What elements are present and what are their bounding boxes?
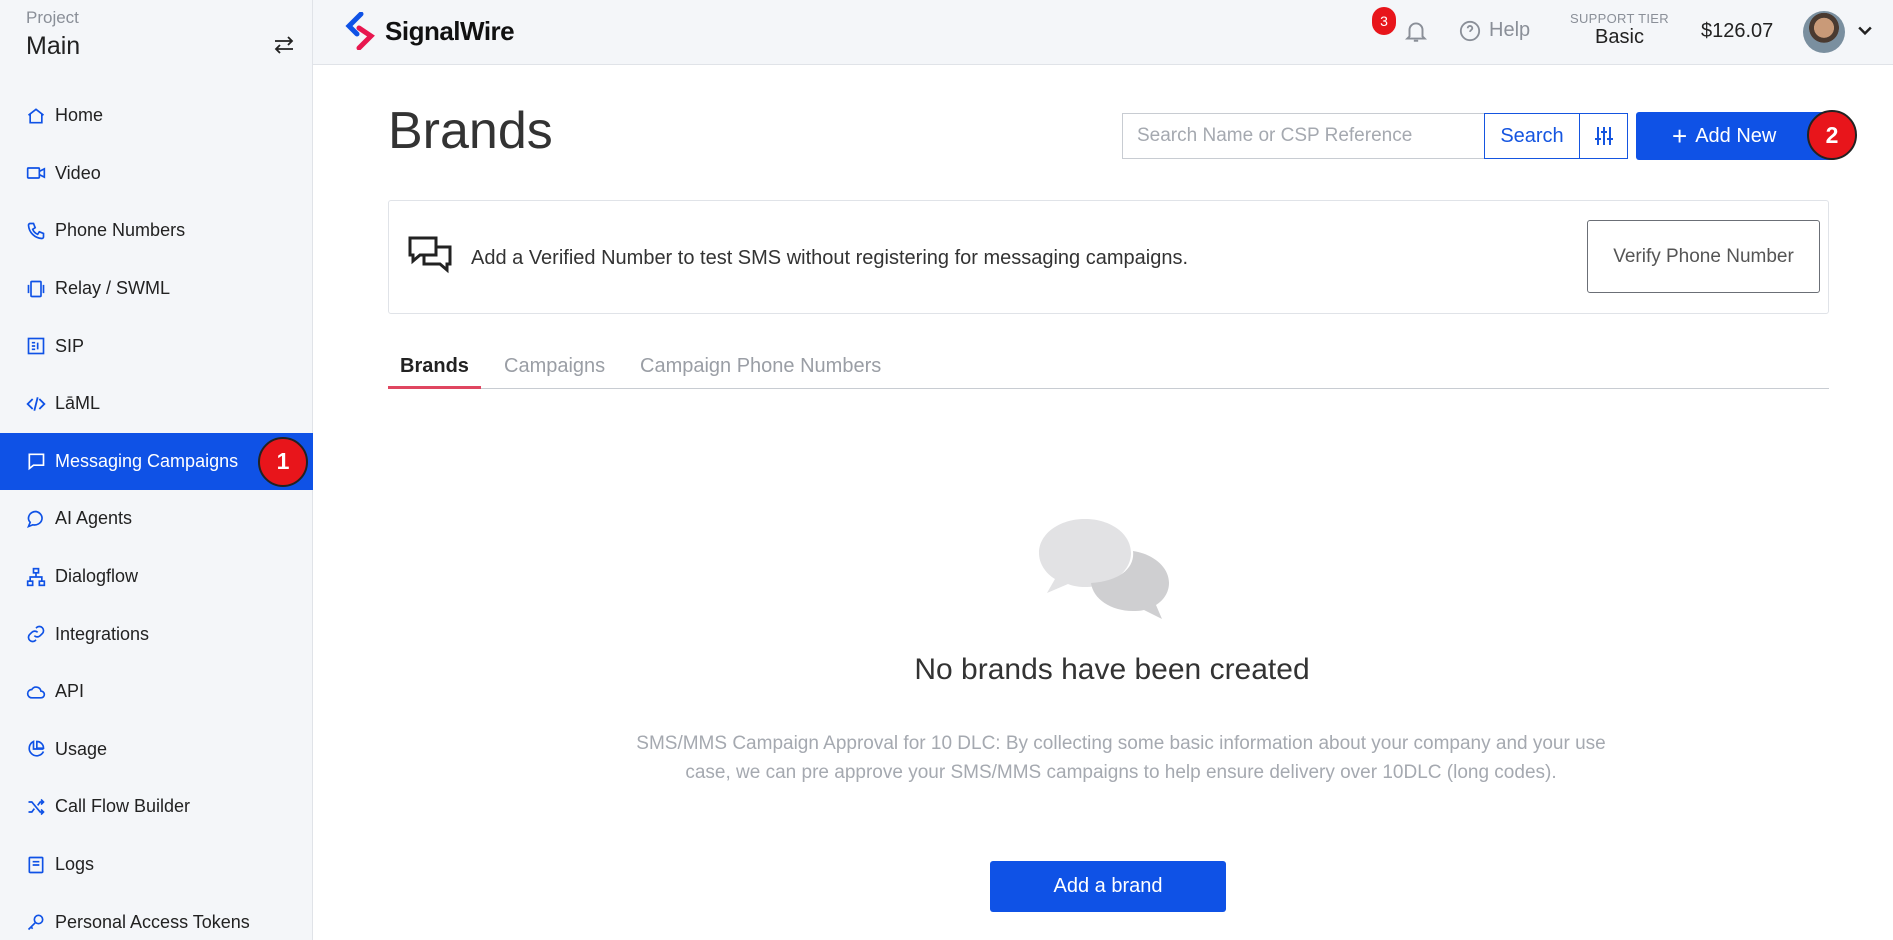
project-selector[interactable]: Project Main [26, 8, 80, 61]
sidebar-nav: Home Video Phone Numbers Relay / SWML SI… [0, 87, 313, 940]
sidebar-item-api[interactable]: API [0, 663, 313, 721]
signalwire-logo[interactable]: SignalWire [343, 12, 515, 50]
sidebar-item-call-flow-builder[interactable]: Call Flow Builder [0, 778, 313, 836]
plus-icon: + [1672, 121, 1688, 151]
sidebar-item-label: Call Flow Builder [55, 796, 191, 817]
notification-count-badge: 3 [1372, 7, 1396, 35]
sidebar-item-integrations[interactable]: Integrations [0, 605, 313, 663]
search-button[interactable]: Search [1484, 113, 1580, 159]
sidebar-item-ai-agents[interactable]: AI Agents [0, 490, 313, 548]
help-icon [1459, 20, 1481, 41]
support-tier-label: SUPPORT TIER [1570, 11, 1669, 26]
key-icon [26, 912, 46, 932]
bell-icon[interactable] [1403, 18, 1429, 44]
empty-chat-icon [1039, 519, 1169, 619]
top-bar: SignalWire 3 Help SUPPORT TIER Basic $12… [313, 0, 1893, 65]
add-new-label: Add New [1695, 124, 1777, 147]
sidebar-item-messaging-campaigns[interactable]: Messaging Campaigns 1 [0, 432, 313, 491]
sidebar-item-relay-swml[interactable]: Relay / SWML [0, 260, 313, 318]
cloud-icon [26, 682, 46, 702]
chevron-down-icon[interactable] [1855, 20, 1875, 40]
verify-message: Add a Verified Number to test SMS withou… [471, 247, 1189, 269]
sliders-icon [1594, 127, 1613, 145]
filter-button[interactable] [1580, 113, 1628, 159]
sip-icon [26, 336, 46, 356]
pie-chart-icon [26, 739, 46, 759]
support-tier-value: Basic [1595, 26, 1644, 48]
step-badge: 1 [258, 436, 308, 487]
main-content: Brands Search + Add New 2 Add a Verified… [313, 65, 1893, 940]
empty-state-description: SMS/MMS Campaign Approval for 10 DLC: By… [636, 733, 1606, 783]
tab-campaign-phone-numbers[interactable]: Campaign Phone Numbers [640, 341, 881, 389]
page-title: Brands [388, 102, 553, 160]
verify-number-card: Add a Verified Number to test SMS withou… [388, 200, 1829, 314]
search-bar: Search [1122, 113, 1628, 159]
video-icon [26, 163, 46, 183]
sidebar-item-label: Personal Access Tokens [55, 911, 250, 932]
add-brand-button[interactable]: Add a brand [990, 861, 1226, 912]
log-icon [26, 855, 46, 875]
empty-state-title: No brands have been created [914, 653, 1310, 686]
sidebar-item-phone-numbers[interactable]: Phone Numbers [0, 202, 313, 260]
phone-icon [26, 221, 46, 241]
sidebar-item-label: Messaging Campaigns [55, 450, 239, 471]
sidebar-item-usage[interactable]: Usage [0, 721, 313, 779]
sidebar-item-label: AI Agents [55, 508, 133, 529]
tab-campaigns[interactable]: Campaigns [504, 341, 605, 389]
relay-icon [26, 279, 46, 299]
home-icon [26, 106, 46, 126]
sidebar: Project Main Home Video Phone Numbers Re… [0, 0, 313, 940]
sidebar-item-label: Integrations [55, 623, 150, 644]
brand-name: SignalWire [385, 15, 515, 46]
avatar[interactable] [1803, 11, 1845, 53]
sidebar-item-logs[interactable]: Logs [0, 836, 313, 894]
chat-bubbles-icon [408, 236, 452, 274]
sidebar-item-label: Dialogflow [55, 566, 139, 587]
step-badge: 2 [1807, 110, 1857, 160]
verify-phone-number-button[interactable]: Verify Phone Number [1587, 220, 1820, 293]
signalwire-logo-icon [345, 12, 375, 50]
sidebar-item-laml[interactable]: LāML [0, 375, 313, 433]
link-icon [26, 624, 46, 644]
help-link[interactable]: Help [1459, 19, 1530, 42]
sidebar-item-label: Home [55, 105, 104, 126]
project-label: Project [26, 8, 79, 27]
sidebar-item-label: Relay / SWML [55, 278, 171, 299]
project-name: Main [26, 32, 81, 60]
sidebar-item-label: API [55, 681, 85, 702]
sidebar-item-label: SIP [55, 335, 85, 356]
sidebar-item-sip[interactable]: SIP [0, 317, 313, 375]
sidebar-item-label: Usage [55, 738, 108, 759]
chat-icon [26, 509, 46, 529]
add-new-button[interactable]: + Add New [1636, 112, 1836, 160]
shuffle-icon [26, 797, 46, 817]
network-icon [26, 567, 46, 587]
sidebar-item-label: Logs [55, 854, 95, 875]
help-label: Help [1489, 19, 1531, 41]
sidebar-item-home[interactable]: Home [0, 87, 313, 145]
code-icon [26, 394, 46, 414]
sidebar-item-label: LāML [55, 393, 101, 414]
message-icon [26, 451, 46, 471]
sidebar-item-dialogflow[interactable]: Dialogflow [0, 548, 313, 606]
search-input[interactable] [1122, 113, 1484, 159]
sidebar-item-personal-access-tokens[interactable]: Personal Access Tokens [0, 893, 313, 940]
sidebar-item-video[interactable]: Video [0, 145, 313, 203]
tab-bar: Brands Campaigns Campaign Phone Numbers [388, 341, 1829, 389]
tab-brands[interactable]: Brands [388, 341, 481, 389]
account-balance: $126.07 [1701, 20, 1774, 42]
sidebar-item-label: Phone Numbers [55, 220, 186, 241]
sidebar-item-label: Video [55, 162, 101, 183]
switch-project-icon[interactable] [272, 33, 296, 57]
support-tier: SUPPORT TIER Basic [1570, 11, 1669, 49]
